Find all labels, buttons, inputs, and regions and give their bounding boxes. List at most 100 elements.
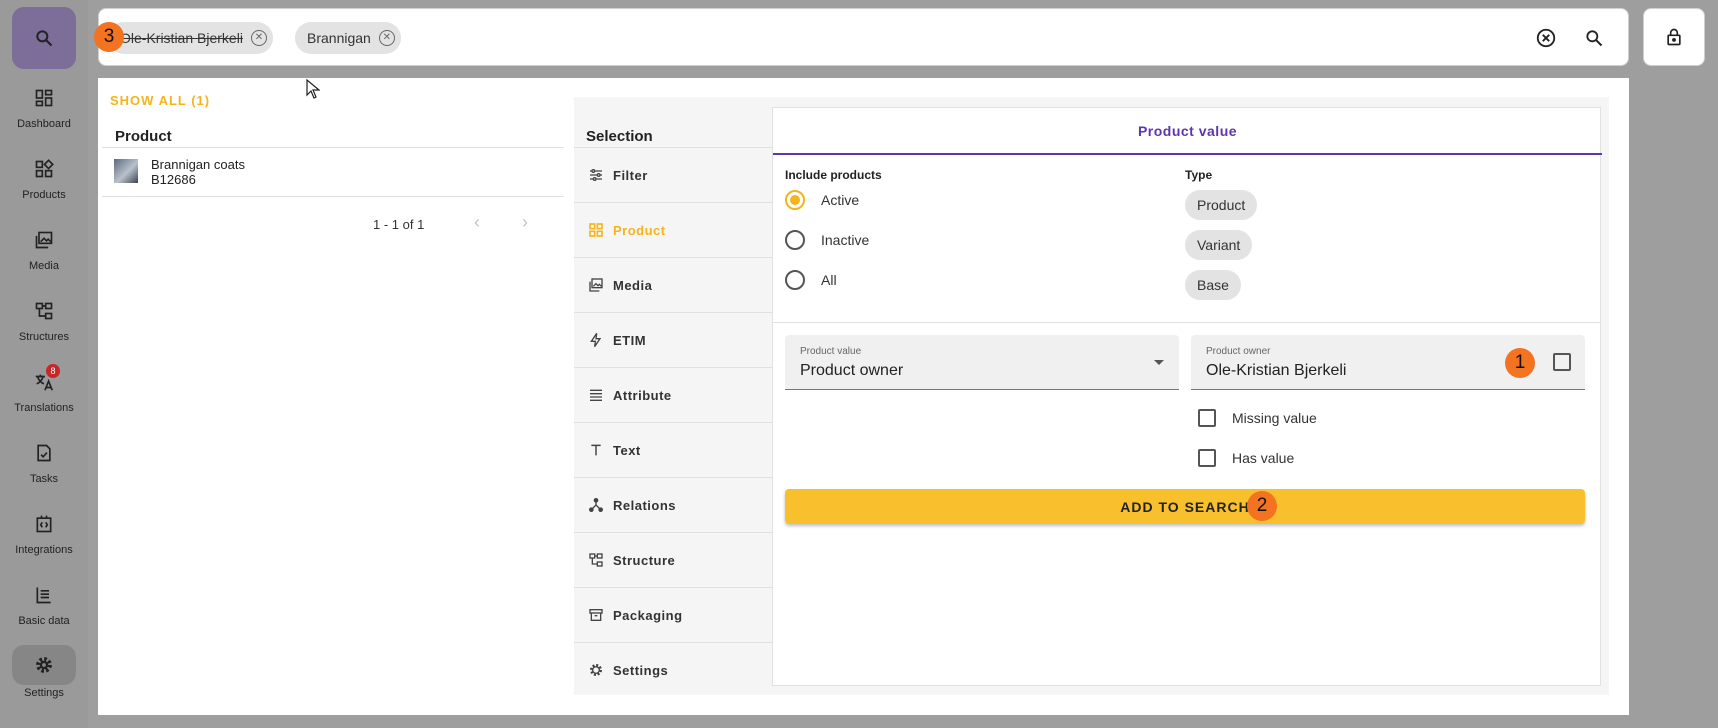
add-to-search-button[interactable]: ADD TO SEARCH [785,489,1585,524]
field-label: Product value [800,346,862,357]
rail-item-products[interactable]: Products [0,151,88,211]
packaging-icon [589,609,603,621]
selection-header: Selection [586,128,653,145]
translations-badge: 8 [46,364,60,378]
rail-item-integrations[interactable]: Integrations [0,506,88,566]
radio-label: Active [821,192,860,208]
field-value: Product owner [800,362,904,379]
chevron-right-icon[interactable]: › [522,212,528,233]
selection-nav-product[interactable]: Product [574,202,772,257]
text-icon [591,444,601,456]
checkbox-label: Missing value [1232,410,1317,426]
nav-label: Attribute [613,387,672,403]
lock-button[interactable] [1643,8,1705,66]
nav-label: ETIM [613,332,647,348]
clear-circle-icon [1536,28,1556,48]
selection-nav-settings[interactable]: Settings [574,642,772,697]
radio-inactive[interactable]: Inactive [785,228,985,252]
nav-label: Structure [613,552,676,568]
checkbox-label: Has value [1232,450,1295,466]
rail-item-tasks[interactable]: Tasks [0,435,88,495]
selection-nav-filter[interactable]: Filter [574,147,772,202]
rail-item-label: Translations [14,402,74,414]
nav-label: Settings [613,662,669,678]
mouse-cursor-icon [306,79,320,99]
rail-item-label: Dashboard [17,118,71,130]
search-chip-brannigan[interactable]: Brannigan ✕ [295,22,401,54]
selection-nav-media[interactable]: Media [574,257,772,312]
field-label: Product owner [1206,346,1271,357]
results-column-header: Product [115,128,172,145]
chip-remove-icon[interactable]: ✕ [378,30,395,46]
radio-label: Inactive [821,232,870,248]
divider [773,322,1600,323]
type-heading: Type [1185,168,1213,182]
rail-item-basic-data[interactable]: Basic data [0,577,88,637]
radio-active[interactable]: Active [785,188,985,212]
rail-item-structures[interactable]: Structures [0,293,88,353]
clear-search-button[interactable] [1531,23,1561,53]
dashboard-icon [35,89,53,107]
pagination-range: 1 - 1 of 1 [373,217,425,232]
filter-icon [590,169,602,181]
chip-label: Brannigan [307,30,371,46]
basic-data-icon [36,587,51,604]
selection-nav-packaging[interactable]: Packaging [574,587,772,642]
rail-item-translations[interactable]: 8 Translations [0,364,88,424]
radio-unchecked-icon [785,270,805,290]
selection-nav-attribute[interactable]: Attribute [574,367,772,422]
product-thumbnail [114,159,138,183]
type-chip-product[interactable]: Product [1185,190,1258,220]
nav-label: Packaging [613,607,683,623]
rail-item-label: Settings [24,687,64,699]
integrations-icon [36,515,52,533]
type-chip-base[interactable]: Base [1185,270,1241,300]
nav-label: Media [613,277,653,293]
chevron-down-icon [1154,360,1164,365]
rail-item-label: Products [22,189,66,201]
step-marker-2: 2 [1247,491,1277,521]
gear-icon [36,657,52,673]
rail-item-media[interactable]: Media [0,222,88,282]
nav-label: Filter [613,167,648,183]
structures-icon [589,553,603,567]
tab-product-value[interactable]: Product value [773,108,1602,155]
search-chip-owner[interactable]: Ole-Kristian Bjerkeli ✕ [108,22,273,54]
rail-search-button[interactable] [12,7,76,69]
search-icon [36,30,53,47]
product-value-select[interactable]: Product value Product owner [785,335,1179,390]
rail-item-dashboard[interactable]: Dashboard [0,80,88,140]
missing-value-checkbox[interactable]: Missing value [1198,406,1317,430]
rail-item-label: Integrations [15,544,73,556]
search-bar[interactable]: Ole-Kristian Bjerkeli ✕ Brannigan ✕ [98,8,1629,66]
radio-checked-icon [785,190,805,210]
chevron-left-icon[interactable]: ‹ [474,212,480,233]
search-button[interactable] [1579,23,1609,53]
product-name: Brannigan coats [151,157,245,172]
selection-nav-etim[interactable]: ETIM [574,312,772,367]
show-all-link[interactable]: SHOW ALL (1) [110,93,210,108]
products-icon [35,159,54,178]
products-icon [589,223,603,237]
radio-label: All [821,272,837,288]
relations-icon [589,498,603,512]
selection-nav-relations[interactable]: Relations [574,477,772,532]
radio-all[interactable]: All [785,268,985,292]
has-value-checkbox[interactable]: Has value [1198,446,1294,470]
owner-checkbox[interactable] [1553,353,1571,371]
selection-nav-text[interactable]: Text [574,422,772,477]
chip-remove-icon[interactable]: ✕ [250,30,267,46]
selection-nav-structure[interactable]: Structure [574,532,772,587]
nav-label: Text [613,442,641,458]
search-icon [1586,30,1603,47]
divider [102,196,564,197]
structures-icon [35,302,53,320]
include-products-heading: Include products [785,168,882,182]
rail-item-settings[interactable]: Settings [0,645,88,705]
chip-label: Ole-Kristian Bjerkeli [120,30,243,46]
bolt-icon [590,332,602,348]
type-chip-variant[interactable]: Variant [1185,230,1253,260]
list-icon [590,389,602,401]
table-row[interactable]: Brannigan coats B12686 [102,147,564,196]
rail-item-label: Tasks [29,473,59,485]
